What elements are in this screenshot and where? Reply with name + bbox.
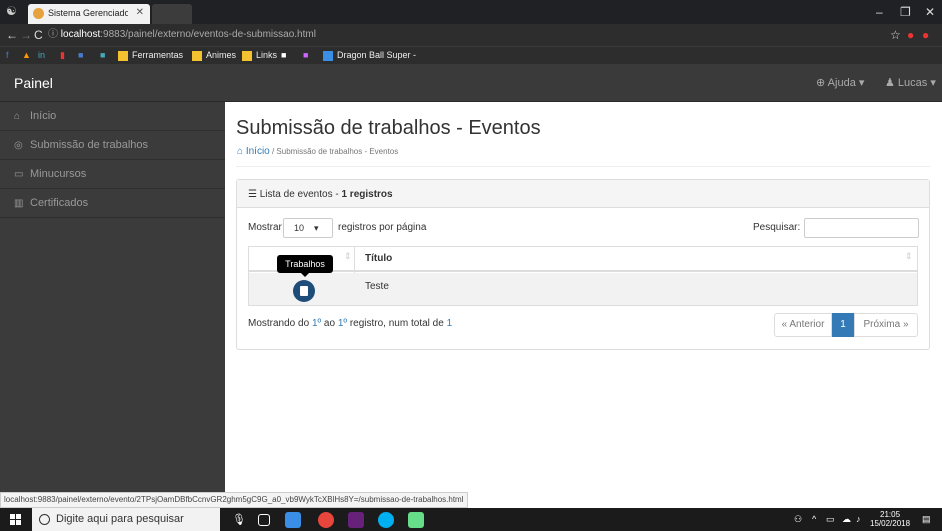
minimize-icon[interactable]: – <box>876 5 883 19</box>
page-1-button[interactable]: 1 <box>832 313 854 337</box>
sidebar-item-minucursos[interactable]: ▭ Minucursos <box>0 160 225 189</box>
facebook-icon[interactable]: f <box>6 49 9 62</box>
search-label: Pesquisar: <box>753 222 801 233</box>
panel-heading: ☰ Lista de eventos - 1 registros <box>237 180 929 208</box>
tab-favicon-icon <box>33 8 44 19</box>
taskbar-search[interactable]: Digite aqui para pesquisar <box>32 508 220 531</box>
help-menu[interactable]: ⊕ Ajuda ▾ <box>816 76 864 89</box>
status-url: localhost:9883/painel/externo/evento/2TP… <box>0 492 468 508</box>
showing-info: Mostrando do 1º ao 1º registro, num tota… <box>248 318 453 329</box>
bookmark-links[interactable]: Links <box>242 49 277 62</box>
bookmark-icon[interactable]: ■ <box>281 49 286 62</box>
home-icon: ⌂ <box>14 111 21 122</box>
breadcrumb-current: Submissão de trabalhos - Eventos <box>276 147 399 156</box>
bookmark-icon[interactable]: ▲ <box>22 49 31 62</box>
skype-icon[interactable] <box>378 512 394 528</box>
forward-icon[interactable]: → <box>20 28 32 42</box>
microphone-icon[interactable]: 🎙 <box>232 513 246 526</box>
file-explorer-icon[interactable] <box>285 512 301 528</box>
page-title: Submissão de trabalhos - Eventos <box>236 117 541 139</box>
home-icon: ⌂ <box>237 146 246 157</box>
tab-title: Sistema Gerenciador de <box>48 8 128 18</box>
sort-icon[interactable]: ⇕ <box>905 251 913 262</box>
sidebar: ⌂ Início ◎ Submissão de trabalhos ▭ Minucur… <box>0 102 225 492</box>
volume-icon[interactable]: ♪ <box>856 514 861 524</box>
per-page-label: registros por página <box>338 222 427 233</box>
bookmark-icon[interactable]: ■ <box>303 49 308 62</box>
extension-icon[interactable]: ● <box>907 28 914 42</box>
url-host: localhost <box>60 29 101 40</box>
page-size-select[interactable]: 10 ▾ <box>283 218 333 238</box>
bookmark-dragon-ball[interactable]: Dragon Ball Super - <box>323 49 416 62</box>
next-page-button[interactable]: Próxima » <box>854 313 918 337</box>
reload-icon[interactable]: C <box>34 28 43 42</box>
tooltip-arrow <box>301 273 309 277</box>
bookmark-icon[interactable]: ■ <box>78 49 83 62</box>
card-icon: ▭ <box>14 169 24 180</box>
task-view-icon[interactable] <box>258 514 270 526</box>
previous-page-button[interactable]: « Anterior <box>774 313 832 337</box>
record-count: 1 registros <box>341 189 393 200</box>
list-icon: ☰ <box>248 189 260 200</box>
linkedin-icon[interactable]: in <box>38 49 45 62</box>
sidebar-item-submissao[interactable]: ◎ Submissão de trabalhos <box>0 131 225 160</box>
new-tab-button[interactable] <box>152 4 192 24</box>
chrome-icon[interactable] <box>318 512 334 528</box>
battery-icon[interactable]: ▭ <box>826 514 835 525</box>
star-icon[interactable]: ☆ <box>890 28 901 42</box>
document-icon <box>300 286 308 296</box>
bookmark-icon[interactable]: ▮ <box>60 49 65 62</box>
close-window-icon[interactable]: ✕ <box>925 5 935 19</box>
bookmark-icon[interactable]: ■ <box>100 49 105 62</box>
column-title-header[interactable]: Título <box>365 253 392 264</box>
taskbar: Digite aqui para pesquisar 🎙 ⚇ ^ ▭ ☁ ♪ 2… <box>0 508 942 531</box>
breadcrumb-home[interactable]: ⌂ Início <box>237 146 270 157</box>
show-label: Mostrar <box>248 222 282 233</box>
breadcrumb: ⌂ Início / Submissão de trabalhos - Even… <box>237 146 399 157</box>
tray-chevron-icon[interactable]: ^ <box>812 514 816 524</box>
event-title-cell: Teste <box>365 281 389 292</box>
submit-icon: ◎ <box>14 140 23 151</box>
divider <box>236 166 930 167</box>
address-bar: ← → C ⓘ localhost:9883/painel/externo/ev… <box>0 24 942 46</box>
url-path: :9883/painel/externo/eventos-de-submissa… <box>100 29 316 40</box>
app-navbar: Painel ⊕ Ajuda ▾ ♟ Lucas ▾ <box>0 64 942 102</box>
notifications-icon[interactable]: ▤ <box>922 514 931 525</box>
browser-tab-active[interactable]: Sistema Gerenciador de ✕ <box>28 4 150 24</box>
clock[interactable]: 21:05 15/02/2018 <box>870 510 910 528</box>
tooltip: Trabalhos <box>277 255 333 273</box>
sidebar-item-inicio[interactable]: ⌂ Início <box>0 102 225 131</box>
people-icon[interactable]: ⚇ <box>794 514 802 525</box>
brand[interactable]: Painel <box>14 75 53 91</box>
submissions-button[interactable] <box>293 280 315 302</box>
bookmark-ferramentas[interactable]: Ferramentas <box>118 49 183 62</box>
app-icon[interactable] <box>408 512 424 528</box>
windows-start-icon[interactable] <box>10 514 22 526</box>
visual-studio-icon[interactable] <box>348 512 364 528</box>
search-input[interactable] <box>804 218 919 238</box>
bookmarks-bar: f ▲ in ▮ ■ ■ Ferramentas Animes Links ■ … <box>0 46 942 64</box>
cloud-icon[interactable]: ☁ <box>842 514 851 525</box>
url-field[interactable]: ⓘ localhost:9883/painel/externo/eventos-… <box>48 27 868 43</box>
chart-icon: ▥ <box>14 198 24 209</box>
sort-icon[interactable]: ⇕ <box>344 251 352 262</box>
adblock-icon[interactable]: ● <box>922 28 929 42</box>
chevron-down-icon: ▾ <box>314 223 319 233</box>
browser-tab-bar: ☯ Sistema Gerenciador de ✕ – ❐ ✕ <box>0 0 942 24</box>
user-menu[interactable]: ♟ Lucas ▾ <box>885 76 936 89</box>
maximize-icon[interactable]: ❐ <box>900 5 911 19</box>
bookmark-animes[interactable]: Animes <box>192 49 236 62</box>
table-row <box>249 273 917 305</box>
sidebar-item-certificados[interactable]: ▥ Certificados <box>0 189 225 218</box>
close-tab-icon[interactable]: ✕ <box>136 7 144 18</box>
back-icon[interactable]: ← <box>6 28 18 42</box>
incognito-icon: ☯ <box>6 4 17 18</box>
